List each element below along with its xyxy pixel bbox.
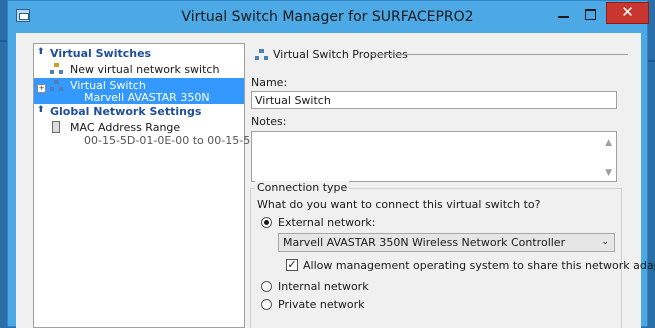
- private-network-label[interactable]: Private network: [278, 298, 365, 311]
- internal-network-radio[interactable]: [261, 281, 272, 292]
- allow-management-checkbox[interactable]: ✓: [286, 259, 298, 271]
- notes-label: Notes:: [251, 115, 287, 128]
- network-switch-icon: [50, 80, 63, 92]
- close-icon: ✕: [621, 3, 634, 21]
- name-field[interactable]: Virtual Switch: [251, 91, 617, 109]
- tree-item-label: New virtual network switch: [70, 63, 220, 76]
- external-network-label[interactable]: External network:: [278, 216, 376, 229]
- notes-field[interactable]: ▲ ▼: [251, 131, 617, 182]
- external-network-radio[interactable]: [261, 217, 272, 228]
- new-switch-icon: [50, 63, 63, 75]
- connection-type-title: Connection type: [255, 181, 350, 194]
- chevron-down-icon: ⌄: [601, 237, 609, 247]
- navigation-tree[interactable]: ⬆ Virtual Switches New virtual network s…: [33, 43, 280, 328]
- virtual-switch-manager-window: Virtual Switch Manager for SURFACEPRO2 ✕…: [7, 0, 655, 328]
- minimize-icon: [558, 16, 569, 18]
- private-network-radio[interactable]: [261, 299, 272, 310]
- minimize-button[interactable]: [551, 5, 577, 23]
- section-label: Virtual Switches: [50, 47, 152, 60]
- desktop-backdrop-line: [0, 40, 7, 42]
- mac-address-icon: [52, 121, 60, 133]
- allow-management-label[interactable]: Allow management operating system to sha…: [303, 259, 655, 272]
- new-virtual-switch-item[interactable]: New virtual network switch: [34, 62, 244, 76]
- maximize-icon: [585, 9, 596, 20]
- name-value: Virtual Switch: [255, 94, 331, 107]
- title-bar[interactable]: Virtual Switch Manager for SURFACEPRO2 ✕: [8, 1, 649, 33]
- connection-type-group: Connection type What do you want to conn…: [250, 181, 655, 328]
- external-adapter-select[interactable]: Marvell AVASTAR 350N Wireless Network Co…: [278, 233, 615, 252]
- collapse-chevron-icon[interactable]: ⬆: [37, 47, 47, 57]
- properties-pane: Virtual Switch Properties Name: Virtual …: [245, 33, 655, 328]
- scroll-up-icon[interactable]: ▲: [605, 138, 612, 148]
- close-button[interactable]: ✕: [606, 2, 649, 24]
- section-label: Global Network Settings: [50, 105, 202, 118]
- external-adapter-value: Marvell AVASTAR 350N Wireless Network Co…: [283, 236, 566, 249]
- scroll-down-icon[interactable]: ▼: [605, 168, 612, 178]
- dialog-client-area: ⬆ Virtual Switches New virtual network s…: [16, 33, 655, 328]
- mac-address-range-item[interactable]: MAC Address Range 00-15-5D-01-0E-00 to 0…: [34, 120, 280, 148]
- virtual-switch-item[interactable]: + Virtual Switch Marvell AVASTAR 350N Wi…: [34, 78, 244, 117]
- internal-network-label[interactable]: Internal network: [278, 280, 369, 293]
- mac-range-label: MAC Address Range: [70, 121, 181, 134]
- name-label: Name:: [251, 76, 288, 89]
- maximize-button[interactable]: [578, 5, 604, 23]
- network-switch-icon: [255, 49, 268, 61]
- collapse-chevron-icon[interactable]: ⬆: [37, 105, 47, 115]
- group-divider: [371, 54, 628, 55]
- desktop-backdrop-line: [648, 60, 655, 62]
- expand-plus-icon[interactable]: +: [37, 84, 46, 93]
- connection-question: What do you want to connect this virtual…: [257, 198, 541, 211]
